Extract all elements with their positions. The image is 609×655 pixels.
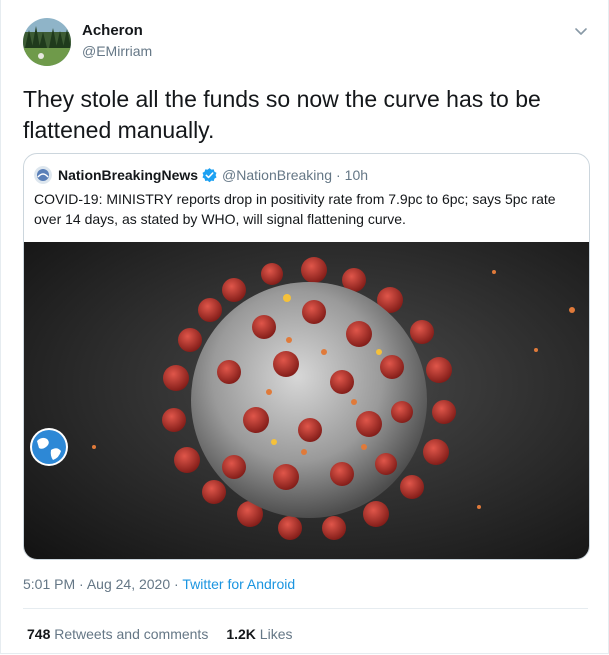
verified-badge-icon: [202, 167, 217, 182]
retweets-count: 748: [27, 626, 51, 642]
divider: [23, 608, 588, 609]
globe-logo-icon: [30, 428, 68, 466]
quoted-name[interactable]: NationBreakingNews: [58, 167, 198, 183]
author-avatar[interactable]: [23, 18, 71, 66]
meta-separator: ·: [174, 576, 179, 592]
likes-count: 1.2K: [226, 626, 256, 642]
likes-label: Likes: [259, 626, 293, 642]
meta-separator: ·: [79, 576, 84, 592]
coronavirus-image[interactable]: [24, 242, 589, 559]
quoted-avatar[interactable]: [34, 166, 52, 184]
author-handle[interactable]: @EMirriam: [82, 43, 152, 59]
chevron-down-icon[interactable]: [572, 22, 590, 40]
tweet-source-link[interactable]: Twitter for Android: [182, 576, 295, 592]
tweet-date[interactable]: Aug 24, 2020: [87, 576, 170, 592]
likes-stat[interactable]: 1.2K Likes: [226, 626, 292, 642]
quoted-time[interactable]: 10h: [345, 167, 368, 183]
author-name[interactable]: Acheron: [82, 22, 143, 39]
tweet-stats: 748 Retweets and comments 1.2K Likes: [27, 626, 292, 642]
quoted-header: NationBreakingNews @NationBreaking · 10h: [34, 165, 368, 185]
retweets-label: Retweets and comments: [54, 626, 209, 642]
tweet-text: They stole all the funds so now the curv…: [23, 86, 541, 143]
tweet-card: Acheron @EMirriam They stole all the fun…: [0, 0, 609, 654]
tweet-time[interactable]: 5:01 PM: [23, 576, 75, 592]
quoted-separator: ·: [335, 167, 341, 183]
tweet-meta: 5:01 PM · Aug 24, 2020 · Twitter for And…: [23, 576, 295, 592]
quoted-handle[interactable]: @NationBreaking: [222, 167, 332, 183]
quoted-text: COVID-19: MINISTRY reports drop in posit…: [34, 191, 556, 227]
retweets-stat[interactable]: 748 Retweets and comments: [27, 626, 208, 642]
quoted-tweet[interactable]: NationBreakingNews @NationBreaking · 10h…: [23, 153, 590, 560]
